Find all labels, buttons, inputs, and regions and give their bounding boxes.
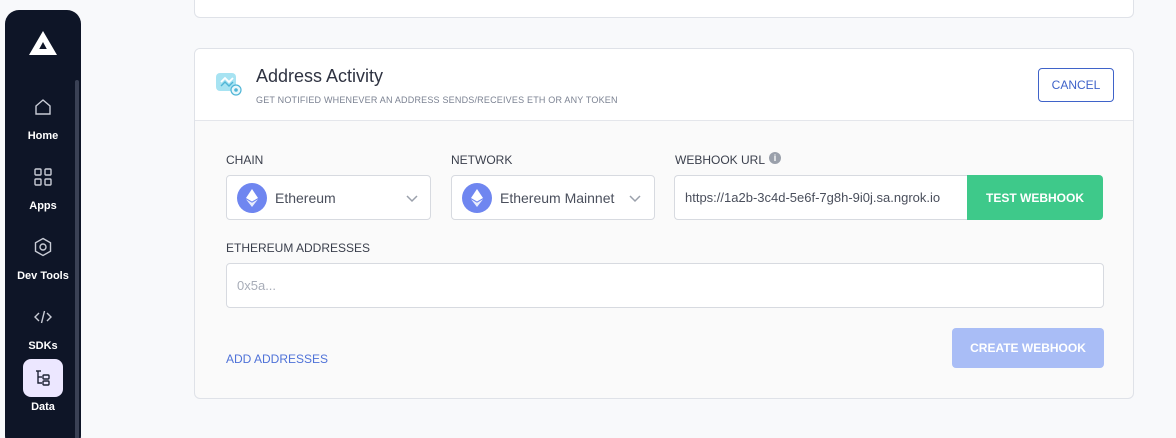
ethereum-icon — [237, 183, 267, 213]
card-header: Address Activity GET NOTIFIED WHENEVER A… — [195, 49, 1133, 121]
card-title: Address Activity — [256, 66, 384, 86]
sidebar-item-sdks[interactable]: SDKs — [5, 298, 81, 358]
add-addresses-link[interactable]: ADD ADDRESSES — [226, 352, 328, 366]
test-webhook-button[interactable]: TEST WEBHOOK — [967, 175, 1103, 220]
sidebar-item-label: Home — [27, 130, 59, 142]
sidebar-item-dev-tools[interactable]: Dev Tools — [5, 228, 81, 288]
sidebar-scrollbar[interactable] — [75, 80, 79, 438]
info-icon[interactable]: i — [769, 152, 781, 164]
sidebar-item-apps[interactable]: Apps — [5, 158, 81, 218]
sidebar-item-label: Apps — [29, 200, 57, 212]
chain-value: Ethereum — [275, 190, 336, 206]
sidebar-item-label: SDKs — [28, 340, 58, 352]
chevron-down-icon — [629, 195, 641, 203]
network-value: Ethereum Mainnet — [500, 190, 615, 206]
sidebar-item-home[interactable]: Home — [5, 88, 81, 148]
sidebar: Home Apps Dev Tools SDKs Data — [5, 10, 81, 438]
grid-icon — [23, 158, 63, 196]
previous-card — [194, 0, 1134, 18]
code-icon — [23, 298, 63, 336]
home-icon — [23, 88, 63, 126]
ethereum-icon — [462, 183, 492, 213]
cancel-button[interactable]: CANCEL — [1038, 68, 1114, 102]
webhook-url-input[interactable]: https://1a2b-3c4d-5e6f-7g8h-9i0j.sa.ngro… — [674, 175, 968, 220]
tree-icon — [23, 359, 63, 397]
sidebar-item-data[interactable]: Data — [5, 359, 81, 419]
address-activity-icon — [216, 73, 242, 96]
address-activity-card: Address Activity GET NOTIFIED WHENEVER A… — [194, 48, 1134, 399]
network-label: NETWORK — [451, 153, 513, 167]
chain-label: CHAIN — [226, 153, 264, 167]
sidebar-item-label: Data — [31, 401, 55, 413]
webhook-url-label: WEBHOOK URL — [675, 153, 766, 167]
chain-select[interactable]: Ethereum — [226, 175, 431, 220]
logo-icon[interactable] — [28, 30, 58, 56]
hexagon-icon — [23, 228, 63, 266]
ethereum-addresses-label: ETHEREUM ADDRESSES — [226, 241, 371, 255]
create-webhook-button[interactable]: CREATE WEBHOOK — [952, 328, 1104, 368]
ethereum-addresses-input[interactable]: 0x5a... — [226, 263, 1104, 308]
card-subtitle: GET NOTIFIED WHENEVER AN ADDRESS SENDS/R… — [256, 95, 618, 105]
chevron-down-icon — [406, 195, 418, 203]
network-select[interactable]: Ethereum Mainnet — [451, 175, 655, 220]
sidebar-item-label: Dev Tools — [17, 270, 69, 282]
